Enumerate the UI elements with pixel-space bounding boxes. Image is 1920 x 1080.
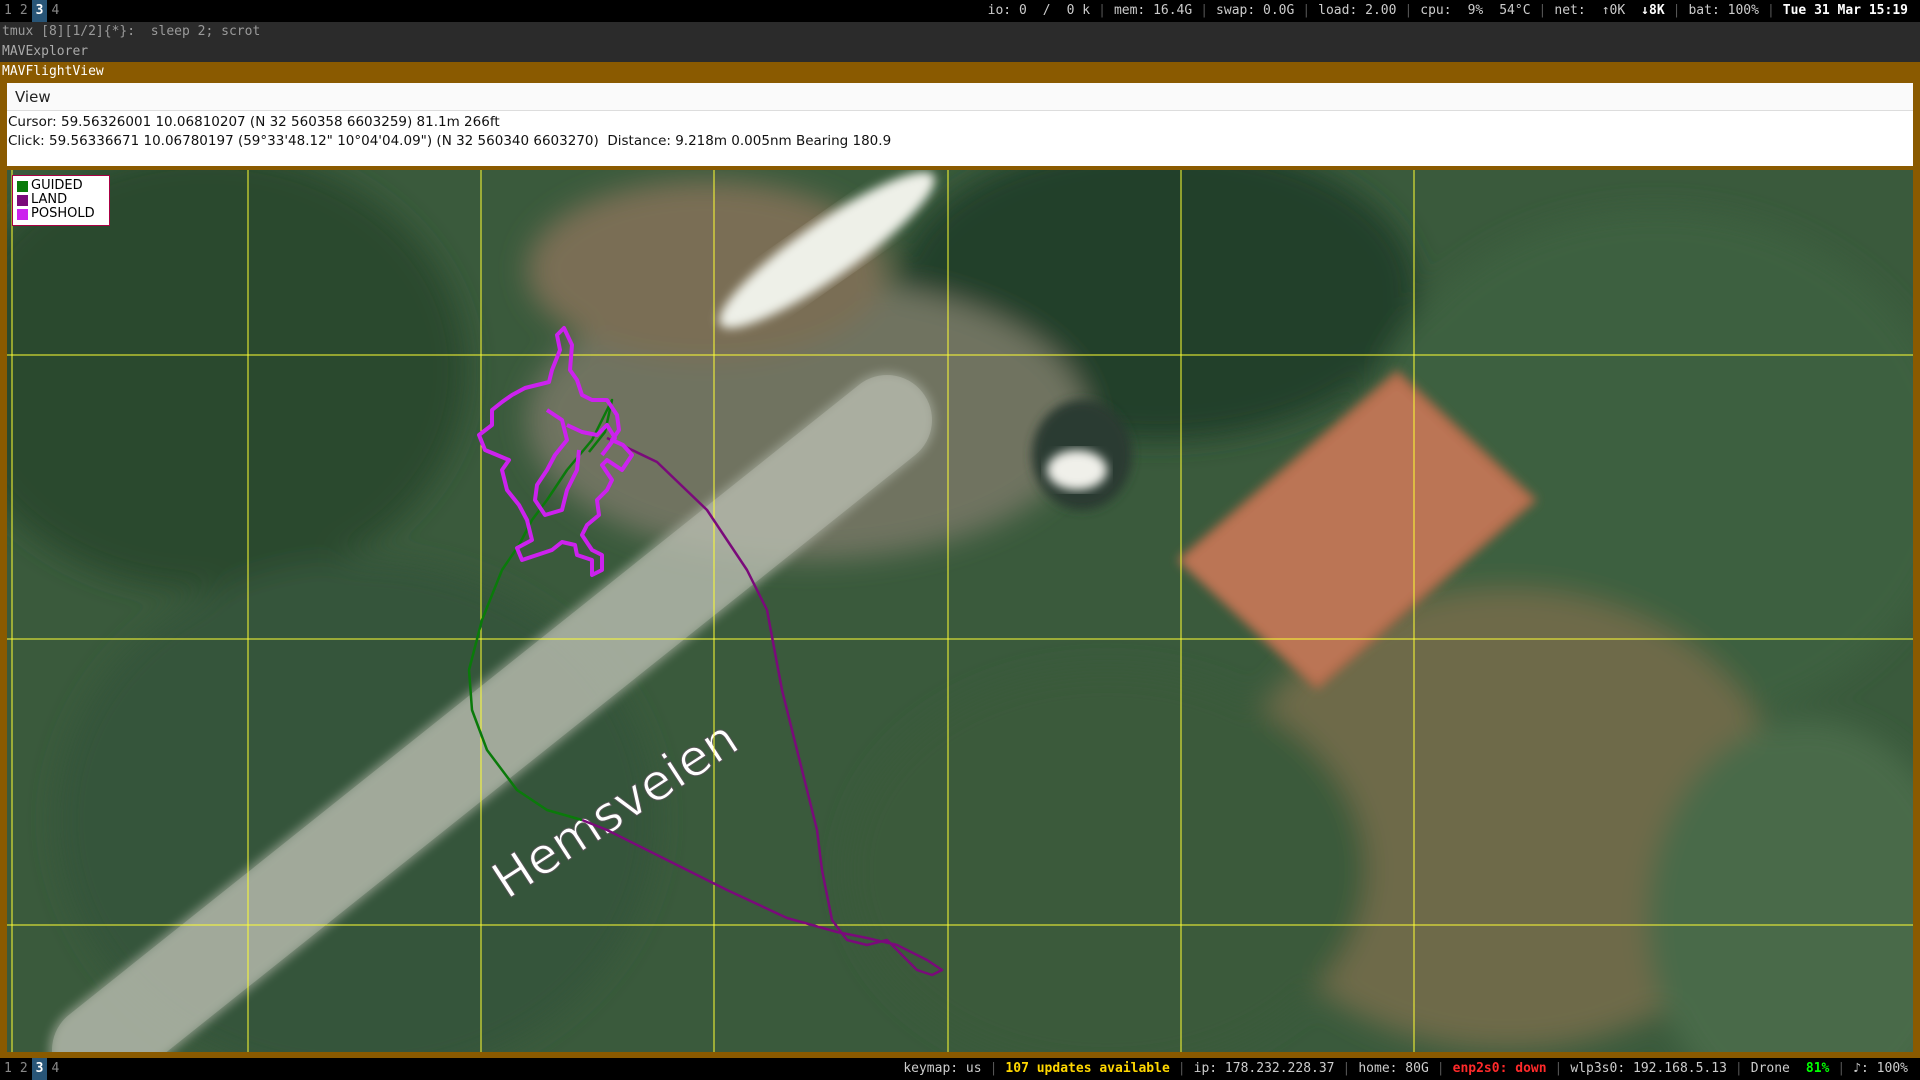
mavexplorer-window-title[interactable]: MAVExplorer bbox=[0, 42, 1920, 62]
cursor-position-text: Cursor: 59.56326001 10.06810207 (N 32 56… bbox=[8, 114, 500, 130]
volume-status: ♪: 100% bbox=[1853, 1061, 1908, 1076]
divider: | bbox=[1342, 1061, 1351, 1076]
bottom-status-bar: 1 2 3 4 keymap: us | 107 updates availab… bbox=[0, 1058, 1920, 1080]
workspace-4[interactable]: 4 bbox=[47, 0, 63, 22]
wifi-signal: 81% bbox=[1805, 1061, 1830, 1076]
divider: | bbox=[1766, 3, 1775, 18]
divider: | bbox=[1672, 3, 1681, 18]
workspace-3[interactable]: 3 bbox=[31, 1058, 48, 1080]
ethernet-status: enp2s0: down bbox=[1452, 1061, 1547, 1076]
net-up: ↑0K bbox=[1601, 3, 1626, 18]
menu-view[interactable]: View bbox=[7, 83, 59, 111]
workspace-switcher: 1 2 3 4 bbox=[0, 1058, 63, 1080]
net-label: net: bbox=[1554, 3, 1586, 18]
flight-mode-legend: GUIDED LAND POSHOLD bbox=[12, 175, 110, 226]
top-status-bar: 1 2 3 4 io: 0 / 0 k | mem: 16.4G | swap:… bbox=[0, 0, 1920, 22]
workspace-4[interactable]: 4 bbox=[47, 1058, 63, 1080]
ip-status: ip: 178.232.228.37 bbox=[1193, 1061, 1335, 1076]
position-info-panel: Cursor: 59.56326001 10.06810207 (N 32 56… bbox=[7, 111, 1913, 166]
land-swatch bbox=[17, 194, 28, 206]
tmux-window-title[interactable]: tmux [8][1/2]{*}: sleep 2; scrot bbox=[0, 22, 1920, 42]
updates-status: 107 updates available bbox=[1005, 1061, 1170, 1076]
mem-status: mem: 16.4G bbox=[1113, 3, 1193, 18]
divider: | bbox=[1177, 1061, 1186, 1076]
workspace-switcher: 1 2 3 4 bbox=[0, 0, 63, 22]
divider: | bbox=[1837, 1061, 1846, 1076]
cpu-label: cpu: bbox=[1420, 3, 1452, 18]
io-k: 0 k bbox=[1066, 3, 1091, 18]
legend-label: GUIDED bbox=[31, 178, 83, 193]
legend-label: POSHOLD bbox=[31, 206, 95, 221]
status-blocks: keymap: us | 107 updates available | ip:… bbox=[895, 1058, 1920, 1080]
battery-status: bat: 100% bbox=[1688, 3, 1759, 18]
wifi-status: wlp3s0: 192.168.5.13 bbox=[1570, 1061, 1727, 1076]
divider: | bbox=[1200, 3, 1209, 18]
legend-label: LAND bbox=[31, 192, 68, 207]
divider: | bbox=[1404, 3, 1413, 18]
status-blocks: io: 0 / 0 k | mem: 16.4G | swap: 0.0G | … bbox=[980, 0, 1920, 22]
click-position-text: Click: 59.56336671 10.06780197 (59°33'48… bbox=[8, 133, 892, 149]
io-rate-sep: / bbox=[1042, 3, 1051, 18]
flightview-window-title[interactable]: MAVFlightView bbox=[0, 62, 1920, 82]
net-down: ↓8K bbox=[1641, 3, 1665, 18]
divider: | bbox=[1538, 3, 1547, 18]
home-disk-status: home: 80G bbox=[1358, 1061, 1429, 1076]
divider: | bbox=[1734, 1061, 1743, 1076]
legend-item-guided: GUIDED bbox=[17, 179, 105, 193]
workspace-2[interactable]: 2 bbox=[16, 1058, 32, 1080]
io-status: io: 0 bbox=[987, 3, 1027, 18]
legend-item-poshold: POSHOLD bbox=[17, 207, 105, 221]
keymap-status: keymap: us bbox=[903, 1061, 982, 1076]
guided-swatch bbox=[17, 180, 28, 192]
divider: | bbox=[989, 1061, 998, 1076]
load-status: load: 2.00 bbox=[1318, 3, 1397, 18]
workspace-3[interactable]: 3 bbox=[31, 0, 48, 22]
wifi-ssid: Drone bbox=[1750, 1061, 1790, 1076]
divider: | bbox=[1554, 1061, 1563, 1076]
workspace-2[interactable]: 2 bbox=[16, 0, 32, 22]
divider: | bbox=[1098, 3, 1106, 18]
divider: | bbox=[1436, 1061, 1445, 1076]
temp-status: 54°C bbox=[1499, 3, 1531, 18]
menu-bar: View bbox=[7, 83, 1913, 111]
satellite-map[interactable]: Hemsveien bbox=[7, 170, 1913, 1052]
clock: Tue 31 Mar 15:19 bbox=[1782, 3, 1908, 18]
swap-status: swap: 0.0G bbox=[1216, 3, 1295, 18]
workspace-1[interactable]: 1 bbox=[0, 1058, 16, 1080]
divider: | bbox=[1302, 3, 1311, 18]
map-imagery: Hemsveien bbox=[7, 170, 1913, 1052]
legend-item-land: LAND bbox=[17, 193, 105, 207]
cpu-status: 9% bbox=[1467, 3, 1484, 18]
map-canvas[interactable]: Hemsveien bbox=[7, 170, 1913, 1052]
poshold-swatch bbox=[17, 208, 28, 220]
workspace-1[interactable]: 1 bbox=[0, 0, 16, 22]
